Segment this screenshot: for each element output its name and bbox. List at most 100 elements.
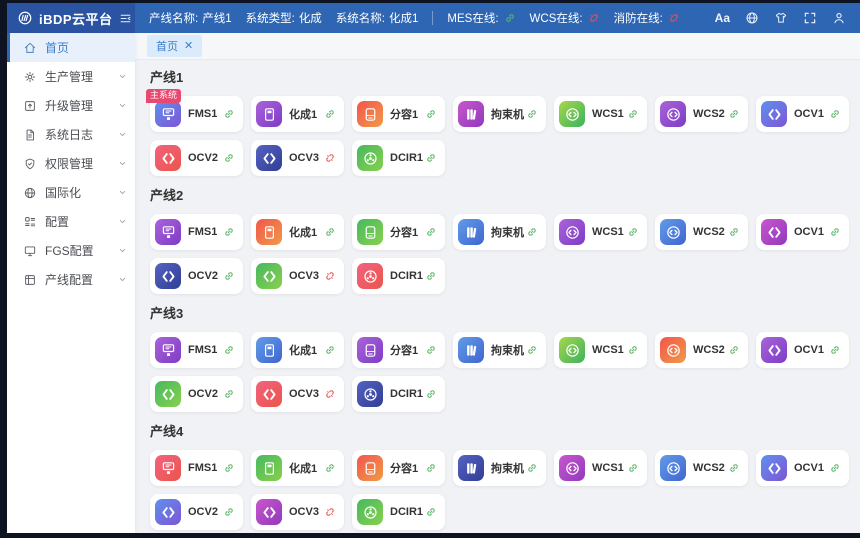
fullscreen-icon[interactable] (803, 11, 817, 25)
device-card-label: 化成1 (289, 460, 317, 476)
device-card[interactable]: FMS1 (150, 214, 243, 250)
device-card[interactable]: 化成1 (251, 96, 344, 132)
link-online-icon (223, 344, 235, 356)
device-card[interactable]: 拘束机 (453, 214, 546, 250)
device-card[interactable]: 分容1 (352, 332, 445, 368)
link-online-icon (728, 344, 740, 356)
link-online-icon (324, 344, 336, 356)
link-online-icon (728, 226, 740, 238)
device-card[interactable]: 化成1 (251, 214, 344, 250)
device-card[interactable]: OCV3 (251, 494, 344, 530)
device-card[interactable]: WCS2 (655, 332, 748, 368)
system-name-label: 系统名称: (336, 10, 385, 26)
code-icon (660, 101, 686, 127)
device-card[interactable]: WCS2 (655, 450, 748, 486)
sidebar-item-fgs[interactable]: FGS配置 (7, 236, 135, 265)
device-card[interactable]: OCV2 (150, 376, 243, 412)
font-size-icon[interactable]: Aa (715, 11, 730, 25)
tab-home[interactable]: 首页 ✕ (147, 35, 202, 57)
system-type-info: 系统类型: 化成 (246, 10, 322, 26)
device-card-label: 拘束机 (491, 106, 524, 122)
sidebar-item-log[interactable]: 系统日志 (7, 120, 135, 149)
module-icon (256, 455, 282, 481)
device-card[interactable]: OCV3 (251, 258, 344, 294)
device-card[interactable]: WCS1 (554, 332, 647, 368)
log-icon (23, 128, 37, 142)
production-line-section: 产线3 FMS1 化成1 分容1 拘束机 WCS1 WCS2 OCV1 (150, 306, 860, 412)
globe-icon (23, 186, 37, 200)
device-card[interactable]: DCIR1 (352, 376, 445, 412)
sidebar-item-line-config[interactable]: 产线配置 (7, 265, 135, 294)
device-card[interactable]: OCV1 (756, 96, 849, 132)
production-line-sections: 产线1 FMS1 主系统 化成1 分容1 拘束机 WCS1 WCS2 OCV1 (135, 60, 860, 530)
device-card-label: 化成1 (289, 342, 317, 358)
device-card[interactable]: OCV1 (756, 450, 849, 486)
card-grid: FMS1 化成1 分容1 拘束机 WCS1 WCS2 OCV1 OCV2 (150, 450, 860, 530)
device-card[interactable]: 化成1 (251, 450, 344, 486)
device-card[interactable]: FMS1 (150, 450, 243, 486)
header-action-icons: Aa (715, 11, 846, 25)
device-card[interactable]: DCIR1 (352, 494, 445, 530)
device-card[interactable]: 分容1 (352, 450, 445, 486)
theme-shirt-icon[interactable] (774, 11, 788, 25)
header-main: 产线名称: 产线1 系统类型: 化成 系统名称: 化成1 MES在线: WCS在… (135, 3, 860, 33)
sidebar-item-label: 产线配置 (45, 271, 93, 288)
device-card[interactable]: 化成1 (251, 332, 344, 368)
sidebar: 首页 生产管理 升级管理 系统日志 权限管理 国际化 (7, 33, 135, 533)
sidebar-item-globe[interactable]: 国际化 (7, 178, 135, 207)
device-card[interactable]: OCV1 (756, 214, 849, 250)
device-card[interactable]: FMS1 主系统 (150, 96, 243, 132)
language-globe-icon[interactable] (745, 11, 759, 25)
device-card[interactable]: 拘束机 (453, 332, 546, 368)
sidebar-item-config[interactable]: 配置 (7, 207, 135, 236)
device-card[interactable]: 拘束机 (453, 450, 546, 486)
link-online-icon (324, 108, 336, 120)
line-name-value: 产线1 (202, 10, 231, 26)
device-card[interactable]: OCV1 (756, 332, 849, 368)
device-card[interactable]: FMS1 (150, 332, 243, 368)
module-icon (256, 101, 282, 127)
device-card[interactable]: OCV2 (150, 140, 243, 176)
code-icon (559, 455, 585, 481)
sidebar-item-home[interactable]: 首页 (7, 33, 135, 62)
device-card[interactable]: WCS1 (554, 214, 647, 250)
device-card[interactable]: OCV3 (251, 140, 344, 176)
system-name-info: 系统名称: 化成1 (336, 10, 419, 26)
user-icon[interactable] (832, 11, 846, 25)
device-card[interactable]: WCS1 (554, 96, 647, 132)
code-icon (559, 101, 585, 127)
device-card-label: OCV3 (289, 388, 319, 400)
device-card[interactable]: WCS1 (554, 450, 647, 486)
device-card-label: OCV2 (188, 152, 218, 164)
tab-close-icon[interactable]: ✕ (184, 41, 193, 52)
device-card-label: WCS2 (693, 344, 725, 356)
device-card-label: FMS1 (188, 344, 217, 356)
chevrons-icon (256, 263, 282, 289)
sidebar-item-permission[interactable]: 权限管理 (7, 149, 135, 178)
production-line-section: 产线2 FMS1 化成1 分容1 拘束机 WCS1 WCS2 OCV1 (150, 188, 860, 294)
books-icon (458, 337, 484, 363)
device-card[interactable]: 分容1 (352, 96, 445, 132)
device-card[interactable]: OCV3 (251, 376, 344, 412)
sidebar-item-label: 配置 (45, 213, 69, 230)
device-card-label: OCV3 (289, 270, 319, 282)
device-card[interactable]: OCV2 (150, 258, 243, 294)
chevrons-icon (256, 381, 282, 407)
device-card[interactable]: 分容1 (352, 214, 445, 250)
wheel-icon (357, 381, 383, 407)
chevron-down-icon (118, 101, 127, 110)
device-card[interactable]: DCIR1 (352, 258, 445, 294)
device-card[interactable]: DCIR1 (352, 140, 445, 176)
device-card[interactable]: WCS2 (655, 96, 748, 132)
link-online-icon (627, 462, 639, 474)
device-card[interactable]: 拘束机 (453, 96, 546, 132)
device-card[interactable]: OCV2 (150, 494, 243, 530)
collapse-menu-icon[interactable] (119, 12, 132, 25)
chevrons-icon (761, 337, 787, 363)
sidebar-item-upgrade[interactable]: 升级管理 (7, 91, 135, 120)
device-card-label: 拘束机 (491, 460, 524, 476)
link-online-icon (223, 152, 235, 164)
device-card-label: OCV1 (794, 108, 824, 120)
sidebar-item-production[interactable]: 生产管理 (7, 62, 135, 91)
device-card[interactable]: WCS2 (655, 214, 748, 250)
